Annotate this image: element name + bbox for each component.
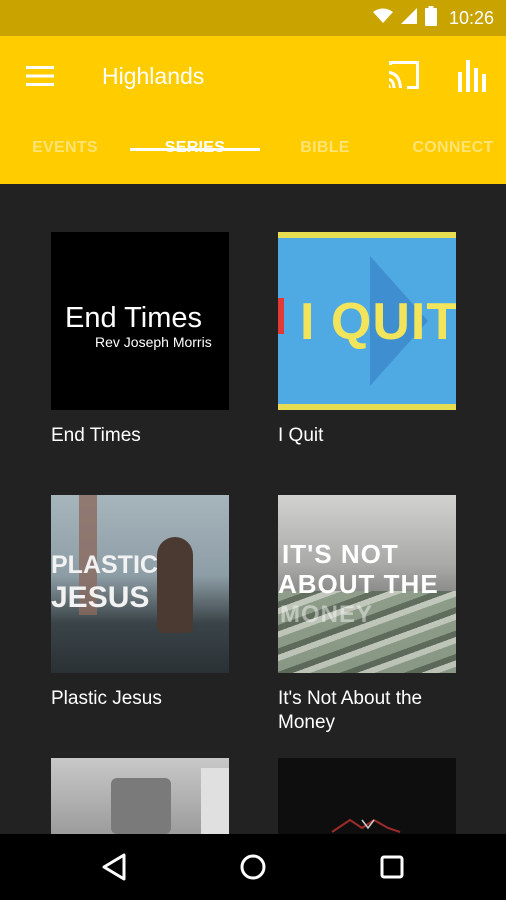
series-thumbnail[interactable]: PLASTIC JESUS [51, 495, 229, 673]
tab-connect[interactable]: CONNECT [388, 130, 506, 184]
series-title: I Quit [278, 425, 324, 446]
thumb-figure-graphic [157, 537, 193, 633]
signal-icon [400, 7, 417, 29]
thumb-subtitle-text: ABOUT THE [278, 569, 439, 599]
home-button[interactable] [233, 848, 273, 886]
series-card-not-about-money[interactable]: IT'S NOT ABOUT THE MONEY It's Not About … [278, 495, 458, 735]
tab-events[interactable]: EVENTS [0, 130, 130, 184]
series-thumbnail[interactable]: I QUIT [278, 232, 456, 410]
menu-icon [26, 66, 54, 86]
back-button[interactable] [95, 848, 135, 886]
thumb-machine-graphic [111, 778, 171, 834]
series-card-6[interactable] [278, 758, 458, 834]
recents-icon [380, 855, 404, 879]
series-title: It's Not About the Money [278, 688, 423, 733]
series-card-end-times[interactable]: End Times Rev Joseph Morris End Times [51, 232, 231, 448]
status-bar: 10:26 [0, 0, 506, 36]
battery-icon [424, 5, 437, 31]
thumb-subtitle-text: Rev Joseph Morris [95, 334, 212, 350]
series-thumbnail[interactable] [278, 758, 456, 834]
recents-button[interactable] [372, 848, 412, 886]
app-bar: Highlands EVENTS SERIES BIBLE CONNECT [0, 36, 506, 184]
navigation-bar [0, 834, 506, 900]
thumb-title-text: PLASTIC [51, 551, 158, 579]
tab-series[interactable]: SERIES [130, 130, 260, 184]
status-time: 10:26 [448, 7, 494, 28]
thumb-title-text: I QUIT [300, 293, 456, 351]
status-icons: 10:26 [372, 0, 494, 36]
series-card-i-quit[interactable]: I QUIT I Quit [278, 232, 458, 448]
thumb-pattern-graphic [331, 818, 401, 833]
app-title: Highlands [102, 63, 205, 89]
back-icon [102, 853, 126, 881]
stats-button[interactable] [456, 58, 490, 94]
cast-button[interactable] [386, 58, 422, 94]
tab-bar: EVENTS SERIES BIBLE CONNECT [0, 130, 506, 184]
series-title: Plastic Jesus [51, 688, 162, 709]
thumb-door-graphic [201, 768, 229, 834]
home-icon [240, 854, 266, 880]
tab-indicator [130, 148, 260, 151]
series-thumbnail[interactable]: IT'S NOT ABOUT THE MONEY [278, 495, 456, 673]
series-title: End Times [51, 425, 141, 446]
series-thumbnail[interactable] [51, 758, 229, 834]
thumb-title-text: End Times [65, 302, 202, 334]
thumb-money-text: MONEY [280, 601, 374, 628]
series-thumbnail[interactable]: End Times Rev Joseph Morris [51, 232, 229, 410]
wifi-icon [372, 8, 393, 29]
thumb-blue-panel: I QUIT [278, 238, 456, 404]
bar-chart-icon [458, 60, 486, 92]
thumb-subtitle-text: JESUS [51, 581, 150, 614]
thumb-title-text: IT'S NOT [282, 539, 399, 569]
series-card-5[interactable] [51, 758, 231, 834]
cast-icon [389, 61, 419, 89]
tab-bible[interactable]: BIBLE [260, 130, 390, 184]
series-card-plastic-jesus[interactable]: PLASTIC JESUS Plastic Jesus [51, 495, 231, 711]
menu-button[interactable] [22, 60, 58, 92]
